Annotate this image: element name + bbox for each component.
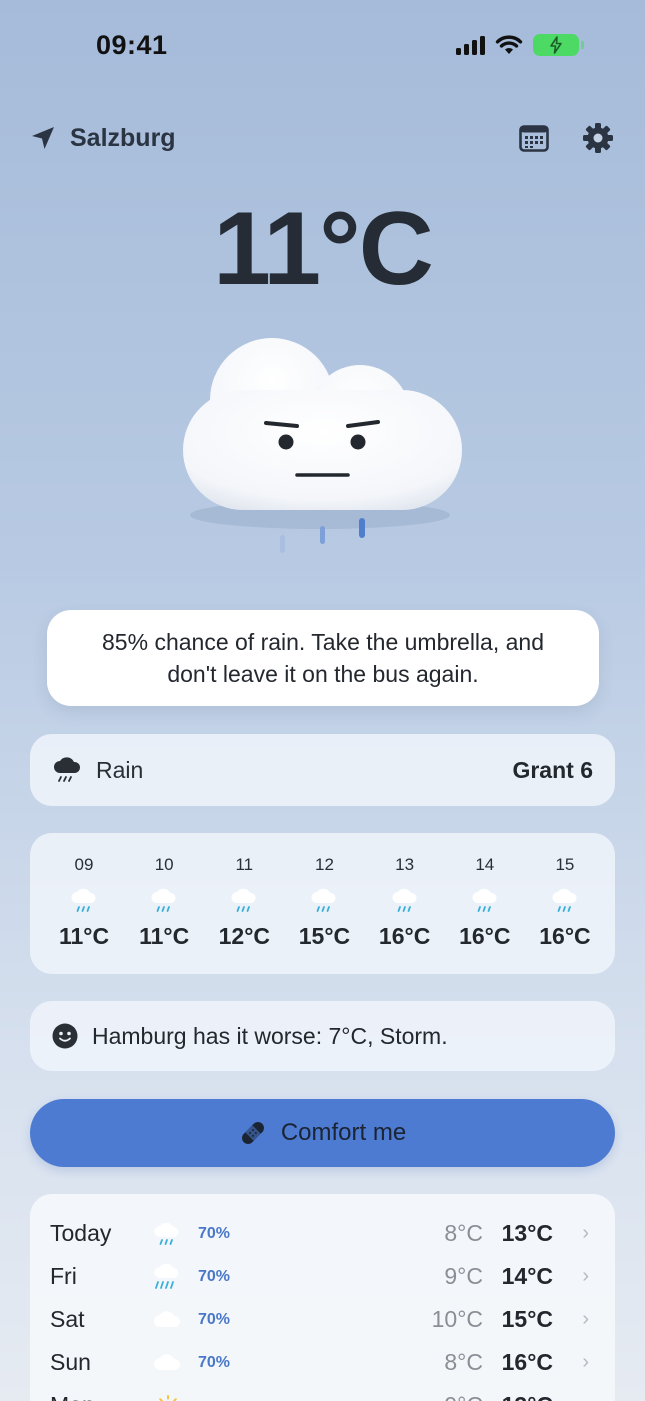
- status-time: 09:41: [96, 30, 168, 60]
- forecast-day: Mon: [50, 1392, 150, 1401]
- chevron-right-icon: ›: [582, 1222, 589, 1244]
- comparison-text: Hamburg has it worse: 7°C, Storm.: [92, 1022, 448, 1049]
- hour-temp: 16°C: [539, 923, 591, 949]
- grumpy-cloud-mascot: [183, 338, 462, 553]
- smiley-icon: [52, 1023, 78, 1049]
- current-temperature: 11°C: [213, 191, 434, 307]
- sun-icon: [159, 1394, 177, 1401]
- forecast-day: Sun: [50, 1349, 91, 1375]
- hourly-item: 15 16°C: [525, 833, 605, 974]
- forecast-high: 14°C: [501, 1263, 553, 1289]
- forecast-high: 15°C: [501, 1306, 553, 1332]
- status-icons: [456, 34, 584, 56]
- forecast-low: 8°C: [444, 1349, 483, 1375]
- forecast-low: 8°C: [444, 1220, 483, 1246]
- gear-icon: [583, 123, 613, 153]
- forecast-day: Sat: [50, 1306, 85, 1332]
- forecast-precip: 70%: [198, 1353, 231, 1371]
- calendar-icon: [519, 125, 549, 152]
- hourly-forecast: 09 11°C 10 11°C 11 12°C 12 15°C 13 16°C …: [30, 833, 615, 974]
- top-actions: [517, 121, 615, 155]
- forecast-low: 10°C: [431, 1306, 483, 1332]
- chevron-right-icon: ›: [582, 1265, 589, 1287]
- cloud-icon: [154, 1310, 181, 1327]
- rain-cloud-icon: [151, 888, 176, 912]
- calendar-button[interactable]: [517, 121, 551, 155]
- rain-cloud-icon: [231, 888, 256, 912]
- battery-icon: [533, 34, 584, 56]
- forecast-low: 9°C: [444, 1392, 483, 1401]
- daily-forecast: Today 70% 8°C 13°C › Fri 70% 9°C 14°C › …: [30, 1194, 615, 1401]
- hour-temp: 11°C: [58, 923, 110, 949]
- cellular-signal-icon: [456, 35, 485, 55]
- weather-message: 85% chance of rain. Take the umbrella, a…: [47, 610, 599, 706]
- hour-time: 15: [555, 855, 575, 874]
- forecast-precip: 70%: [198, 1224, 231, 1242]
- hourly-item: 12 15°C: [284, 833, 364, 974]
- forecast-precip: 70%: [198, 1310, 231, 1328]
- rain-cloud-icon: [552, 888, 577, 912]
- hourly-item: 10 11°C: [124, 833, 204, 974]
- rain-cloud-icon: [472, 888, 497, 912]
- hour-temp: 16°C: [378, 923, 431, 949]
- status-bar: 09:41: [0, 0, 645, 90]
- chevron-right-icon: ›: [582, 1351, 589, 1373]
- hour-temp: 15°C: [298, 923, 351, 949]
- chevron-right-icon: ›: [582, 1308, 589, 1330]
- hour-time: 14: [475, 855, 495, 874]
- rain-cloud-icon: [54, 757, 81, 782]
- hour-temp: 11°C: [139, 923, 190, 949]
- hour-time: 13: [395, 855, 415, 874]
- rain-cloud-icon: [311, 888, 336, 912]
- forecast-day: Today: [50, 1220, 112, 1246]
- location-arrow-icon: [32, 127, 54, 149]
- hour-time: 12: [315, 855, 334, 874]
- hour-temp: 12°C: [218, 923, 270, 949]
- settings-button[interactable]: [581, 121, 615, 155]
- hour-time: 11: [235, 855, 254, 874]
- hour-temp: 16°C: [459, 923, 511, 949]
- forecast-precip: 70%: [198, 1267, 231, 1285]
- condition-rating: Grant 6: [512, 756, 593, 783]
- cloud-icon: [154, 1353, 181, 1370]
- comfort-me-button[interactable]: Comfort me: [30, 1099, 615, 1167]
- condition-label: Rain: [96, 756, 144, 783]
- hourly-item: 13 16°C: [365, 833, 445, 974]
- charging-bolt-icon: [550, 36, 562, 54]
- rain-cloud-icon: [154, 1222, 179, 1245]
- forecast-row-today[interactable]: Today 70% 8°C 13°C ›: [50, 1212, 595, 1255]
- hourly-item: 09 11°C: [44, 833, 124, 974]
- top-bar: Salzburg: [30, 118, 615, 158]
- forecast-high: 13°C: [501, 1220, 553, 1246]
- comfort-me-label: Comfort me: [280, 1119, 407, 1146]
- wifi-icon: [495, 35, 523, 54]
- location-selector[interactable]: Salzburg: [30, 124, 176, 153]
- forecast-row-mon[interactable]: Mon 9°C 13°C ›: [50, 1384, 595, 1401]
- forecast-row-sat[interactable]: Sat 70% 10°C 15°C ›: [50, 1298, 595, 1341]
- hour-time: 09: [74, 855, 94, 874]
- heavy-rain-cloud-icon: [154, 1263, 179, 1289]
- forecast-low: 9°C: [444, 1263, 483, 1289]
- forecast-row-sun[interactable]: Sun 70% 8°C 16°C ›: [50, 1341, 595, 1384]
- condition-card: Rain Grant 6: [30, 734, 615, 806]
- forecast-day: Fri: [50, 1263, 77, 1289]
- location-name: Salzburg: [70, 123, 176, 152]
- hourly-item: 14 16°C: [445, 833, 525, 974]
- rain-cloud-icon: [392, 888, 417, 912]
- forecast-row-fri[interactable]: Fri 70% 9°C 14°C ›: [50, 1255, 595, 1298]
- hourly-item: 11 12°C: [204, 833, 284, 974]
- chevron-right-icon: ›: [582, 1394, 589, 1401]
- rain-cloud-icon: [71, 888, 96, 912]
- forecast-high: 13°C: [502, 1392, 553, 1401]
- forecast-high: 16°C: [501, 1349, 553, 1375]
- comparison-card: Hamburg has it worse: 7°C, Storm.: [30, 1001, 615, 1071]
- hour-time: 10: [154, 855, 174, 874]
- bandage-icon: [241, 1122, 264, 1144]
